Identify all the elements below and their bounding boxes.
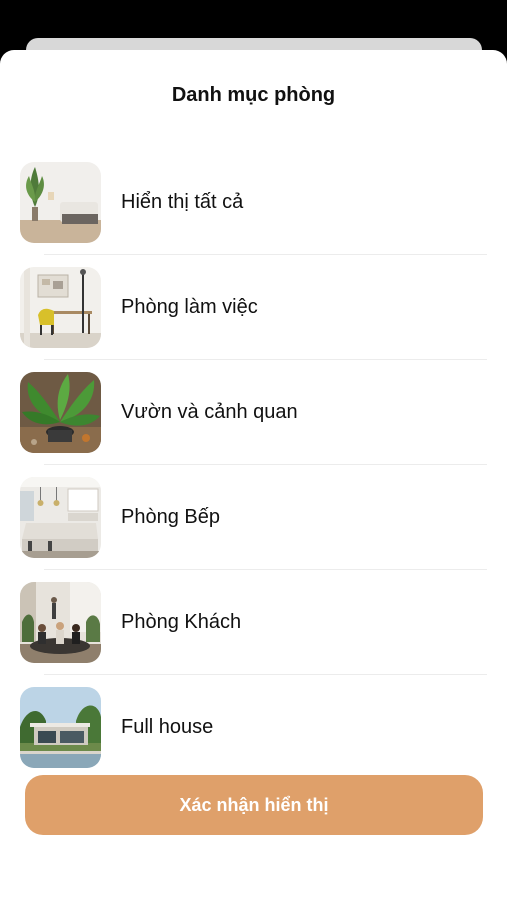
confirm-display-button[interactable]: Xác nhận hiển thị: [25, 775, 483, 835]
category-item-kitchen[interactable]: Phòng Bếp: [0, 465, 507, 570]
category-label: Full house: [121, 716, 214, 738]
garden-plant-image: [20, 372, 101, 453]
category-label: Vườn và cảnh quan: [121, 401, 298, 423]
living-room-people-image: [20, 582, 101, 663]
home-office-image: [20, 267, 101, 348]
house-exterior-image: [20, 687, 101, 768]
category-item-garden[interactable]: Vườn và cảnh quan: [0, 360, 507, 465]
category-list: Hiển thị tất cả Phòng làm việc Vườn và c…: [0, 150, 507, 780]
category-label: Phòng Khách: [121, 611, 242, 633]
category-item-full-house[interactable]: Full house: [0, 675, 507, 780]
category-item-office[interactable]: Phòng làm việc: [0, 255, 507, 360]
sheet-title: Danh mục phòng: [171, 84, 336, 106]
screen: Danh mục phòng Hiển thị tất cả Phòng làm…: [0, 0, 507, 900]
category-thumbnail: [20, 372, 101, 453]
category-thumbnail: [20, 267, 101, 348]
category-item-living-room[interactable]: Phòng Khách: [0, 570, 507, 675]
living-room-plant-image: [20, 162, 101, 243]
category-thumbnail: [20, 477, 101, 558]
category-thumbnail: [20, 687, 101, 768]
category-thumbnail: [20, 162, 101, 243]
category-label: Hiển thị tất cả: [121, 191, 244, 213]
category-label: Phòng làm việc: [121, 296, 258, 318]
category-thumbnail: [20, 582, 101, 663]
category-label: Phòng Bếp: [121, 506, 220, 528]
category-item-all[interactable]: Hiển thị tất cả: [0, 150, 507, 255]
category-sheet: Danh mục phòng Hiển thị tất cả Phòng làm…: [0, 50, 507, 900]
kitchen-image: [20, 477, 101, 558]
